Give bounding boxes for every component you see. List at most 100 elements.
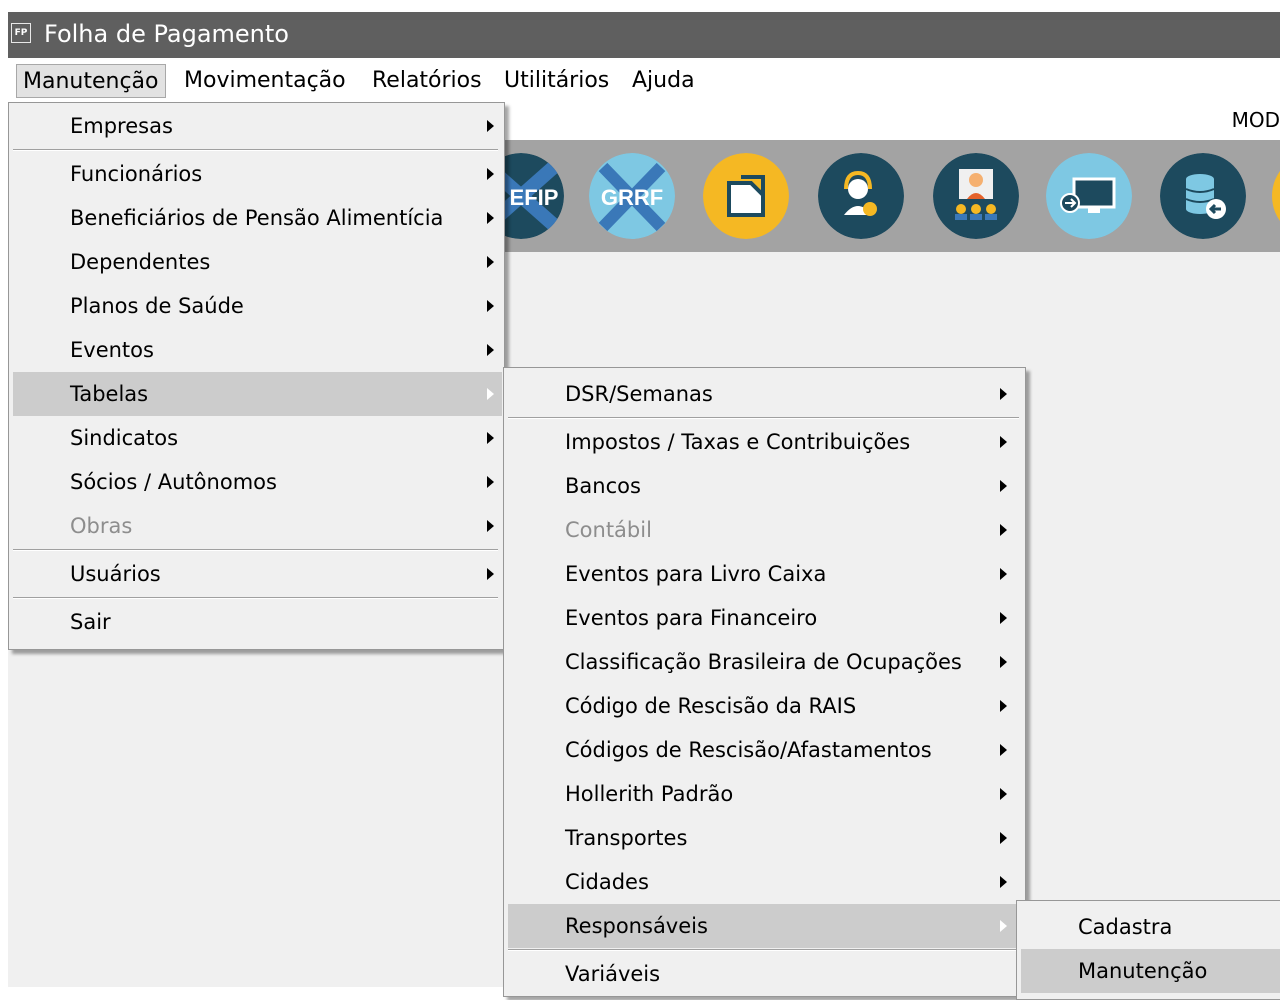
menu-item-rescisao-rais[interactable]: Código de Rescisão da RAIS: [508, 684, 1023, 728]
menu-item-label: Eventos para Livro Caixa: [565, 562, 827, 586]
menu-item-label: Bancos: [565, 474, 641, 498]
submenu-arrow-icon: [487, 344, 494, 356]
menubar-movimentacao[interactable]: Movimentação: [178, 64, 352, 98]
menu-item-impostos[interactable]: Impostos / Taxas e Contribuições: [508, 420, 1023, 464]
menu-separator: [508, 417, 1019, 419]
menu-item-label: DSR/Semanas: [565, 382, 713, 406]
submenu-arrow-icon: [1000, 524, 1007, 536]
menu-item-label: Sair: [70, 610, 111, 634]
menu-item-usuarios[interactable]: Usuários: [13, 552, 502, 596]
menu-responsaveis: Cadastra Manutenção: [1016, 900, 1280, 1000]
menu-item-label: Códigos de Rescisão/Afastamentos: [565, 738, 932, 762]
submenu-arrow-icon: [487, 476, 494, 488]
menu-item-socios-autonomos[interactable]: Sócios / Autônomos: [13, 460, 502, 504]
submenu-arrow-icon: [487, 120, 494, 132]
menu-item-hollerith-padrao[interactable]: Hollerith Padrão: [508, 772, 1023, 816]
menu-item-label: Planos de Saúde: [70, 294, 244, 318]
menu-item-funcionarios[interactable]: Funcionários: [13, 152, 502, 196]
menu-item-planos-de-saude[interactable]: Planos de Saúde: [13, 284, 502, 328]
menu-item-obras: Obras: [13, 504, 502, 548]
database-restore-icon[interactable]: [1160, 153, 1246, 239]
menu-item-eventos[interactable]: Eventos: [13, 328, 502, 372]
menu-item-eventos-livro-caixa[interactable]: Eventos para Livro Caixa: [508, 552, 1023, 596]
title-bar[interactable]: FP Folha de Pagamento: [8, 12, 1280, 58]
menu-separator: [13, 549, 498, 551]
submenu-arrow-icon: [487, 432, 494, 444]
menu-separator: [13, 149, 498, 151]
menubar-ajuda[interactable]: Ajuda: [626, 64, 701, 98]
menu-item-cidades[interactable]: Cidades: [508, 860, 1023, 904]
menu-item-beneficiarios[interactable]: Beneficiários de Pensão Alimentícia: [13, 196, 502, 240]
submenu-arrow-icon: [1000, 388, 1007, 400]
submenu-arrow-icon: [487, 300, 494, 312]
menu-item-label: Obras: [70, 514, 133, 538]
menu-item-variaveis[interactable]: Variáveis: [508, 952, 1023, 996]
menu-manutencao: Empresas Funcionários Beneficiários de P…: [8, 102, 505, 650]
document-icon[interactable]: [703, 153, 789, 239]
partial-toolbar-icon[interactable]: [1272, 153, 1280, 239]
submenu-arrow-icon: [1000, 480, 1007, 492]
menu-item-cadastra[interactable]: Cadastra: [1021, 905, 1280, 949]
submenu-arrow-icon: [487, 256, 494, 268]
menu-item-sindicatos[interactable]: Sindicatos: [13, 416, 502, 460]
grrf-icon[interactable]: GRRF: [589, 153, 675, 239]
submenu-arrow-icon: [1000, 876, 1007, 888]
menu-item-label: Eventos: [70, 338, 154, 362]
submenu-arrow-icon: [1000, 700, 1007, 712]
menu-item-label: Hollerith Padrão: [565, 782, 734, 806]
menu-item-eventos-financeiro[interactable]: Eventos para Financeiro: [508, 596, 1023, 640]
menubar-utilitarios[interactable]: Utilitários: [498, 64, 615, 98]
menu-tabelas: DSR/Semanas Impostos / Taxas e Contribui…: [503, 367, 1026, 997]
grrf-icon-text: GRRF: [601, 185, 663, 210]
submenu-arrow-icon: [1000, 568, 1007, 580]
menu-item-label: Responsáveis: [565, 914, 708, 938]
menu-item-label: Código de Rescisão da RAIS: [565, 694, 857, 718]
menu-item-label: Beneficiários de Pensão Alimentícia: [70, 206, 444, 230]
window-title: Folha de Pagamento: [44, 20, 289, 48]
support-agent-icon[interactable]: [818, 153, 904, 239]
menu-separator: [508, 949, 1019, 951]
submenu-arrow-icon: [1000, 744, 1007, 756]
remote-screen-icon[interactable]: [1046, 153, 1132, 239]
menu-item-label: Usuários: [70, 562, 161, 586]
menubar-manutencao[interactable]: Manutenção: [16, 64, 166, 98]
submenu-arrow-icon: [1000, 920, 1007, 932]
menu-item-label: Cidades: [565, 870, 649, 894]
menu-item-manutencao-responsaveis[interactable]: Manutenção: [1021, 949, 1280, 993]
menu-item-transportes[interactable]: Transportes: [508, 816, 1023, 860]
menu-item-label: Cadastra: [1078, 915, 1173, 939]
submenu-arrow-icon: [1000, 436, 1007, 448]
submenu-arrow-icon: [1000, 656, 1007, 668]
menu-item-label: Impostos / Taxas e Contribuições: [565, 430, 911, 454]
menu-item-dsr-semanas[interactable]: DSR/Semanas: [508, 372, 1023, 416]
menu-item-empresas[interactable]: Empresas: [13, 104, 502, 148]
menu-item-responsaveis[interactable]: Responsáveis: [508, 904, 1023, 948]
menu-item-label: Transportes: [565, 826, 688, 850]
menu-item-label: Sócios / Autônomos: [70, 470, 277, 494]
menu-item-label: Tabelas: [70, 382, 149, 406]
menu-item-label: Classificação Brasileira de Ocupações: [565, 650, 962, 674]
menu-item-sair[interactable]: Sair: [13, 600, 502, 644]
menu-item-dependentes[interactable]: Dependentes: [13, 240, 502, 284]
menu-item-cbo[interactable]: Classificação Brasileira de Ocupações: [508, 640, 1023, 684]
menu-item-label: Funcionários: [70, 162, 203, 186]
menu-item-label: Contábil: [565, 518, 652, 542]
menu-item-bancos[interactable]: Bancos: [508, 464, 1023, 508]
users-meeting-icon[interactable]: [933, 153, 1019, 239]
submenu-arrow-icon: [487, 520, 494, 532]
menubar-relatorios[interactable]: Relatórios: [366, 64, 488, 98]
menu-item-contabil: Contábil: [508, 508, 1023, 552]
menu-separator: [13, 597, 498, 599]
app-icon: FP: [11, 23, 31, 43]
menu-item-tabelas[interactable]: Tabelas: [13, 372, 502, 416]
submenu-arrow-icon: [487, 168, 494, 180]
sefip-icon-text: EFIP: [510, 185, 559, 210]
menu-item-label: Dependentes: [70, 250, 211, 274]
menu-item-label: Eventos para Financeiro: [565, 606, 818, 630]
mode-label: MOD: [1231, 108, 1280, 132]
menu-item-label: Sindicatos: [70, 426, 179, 450]
submenu-arrow-icon: [487, 212, 494, 224]
submenu-arrow-icon: [487, 388, 494, 400]
menu-item-rescisao-afastamentos[interactable]: Códigos de Rescisão/Afastamentos: [508, 728, 1023, 772]
menu-bar: Manutenção Movimentação Relatórios Utili…: [8, 58, 1280, 100]
